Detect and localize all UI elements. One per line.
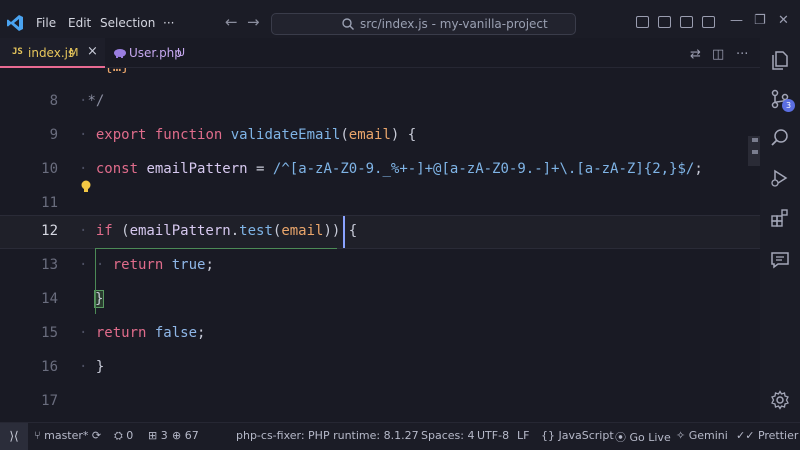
vscode-logo-icon [7, 15, 23, 31]
more-actions-icon[interactable]: ··· [736, 47, 748, 62]
menu-more[interactable]: ··· [163, 16, 174, 30]
explorer-icon[interactable] [770, 50, 790, 70]
code-line-text: · return false; [79, 325, 206, 341]
bracket-scope-guide [95, 248, 337, 249]
code-line-text: · const emailPattern = /^[a-zA-Z0-9._%+-… [79, 161, 703, 177]
ports-status[interactable]: ⛭ 0 [114, 429, 133, 443]
extensions-icon[interactable] [770, 208, 790, 228]
code-line: 15 · return false; [0, 317, 760, 351]
code-line-text: · } [79, 359, 105, 375]
back-arrow-icon[interactable]: ← [225, 13, 238, 31]
editor-tab-bar: JS index.js M × User.php U [0, 38, 760, 68]
code-line-text: ·* {…} [79, 68, 130, 75]
line-number: 12 [41, 223, 58, 239]
eol-status[interactable]: LF [517, 429, 529, 442]
toggle-primary-sidebar-icon[interactable] [636, 16, 649, 28]
prettier-status[interactable]: ✓✓ Prettier [736, 429, 798, 442]
line-number: 13 [41, 257, 58, 273]
tab-user-php[interactable]: User.php U [105, 38, 195, 68]
customize-layout-icon[interactable] [702, 16, 715, 28]
run-debug-icon[interactable] [770, 168, 790, 188]
code-line-text: · · return true; [79, 257, 214, 273]
code-line-current: 12 · if (emailPattern.test(email)) { [0, 215, 760, 249]
language-mode-status[interactable]: {} JavaScript [541, 429, 614, 442]
line-number: 11 [41, 195, 58, 211]
javascript-file-icon: JS [12, 47, 23, 57]
chat-icon[interactable] [770, 250, 790, 270]
scrollbar-marker [752, 138, 758, 142]
scrollbar-marker [752, 150, 758, 154]
code-line: 16 · } [0, 351, 760, 385]
tab-label: index.js [28, 46, 75, 60]
settings-gear-icon[interactable] [770, 390, 790, 410]
search-icon[interactable] [770, 128, 790, 148]
remote-indicator-icon[interactable]: ⟩⟨ [0, 423, 28, 450]
line-number: 8 [49, 93, 58, 109]
changes-status[interactable]: ⊕ 67 [172, 429, 199, 442]
code-line: ·* {…} [0, 68, 760, 85]
code-line: 13 · · return true; [0, 249, 760, 283]
line-number: 10 [41, 161, 58, 177]
command-center-text: src/index.js - my-vanilla-project [360, 17, 548, 31]
encoding-status[interactable]: UTF-8 [477, 429, 509, 442]
code-line: 17 [0, 385, 760, 419]
problems-status[interactable]: ⊞ 3 [148, 429, 168, 442]
php-cs-fixer-status[interactable]: php-cs-fixer: PHP runtime: 8.1.27 [236, 429, 419, 442]
code-line: 14 } [0, 283, 760, 317]
lightbulb-icon[interactable] [80, 180, 92, 194]
line-number: 16 [41, 359, 58, 375]
code-line-text: ·*/ [79, 93, 105, 109]
text-cursor [343, 216, 345, 248]
indentation-status[interactable]: Spaces: 4 [421, 429, 474, 442]
line-number: 15 [41, 325, 58, 341]
tab-close-icon[interactable]: × [87, 44, 98, 59]
maximize-icon[interactable]: ❐ [754, 13, 766, 28]
code-line: 10 · const emailPattern = /^[a-zA-Z0-9._… [0, 153, 760, 187]
command-center-search[interactable]: src/index.js - my-vanilla-project [271, 13, 576, 35]
bracket-scope-guide-vertical [95, 248, 96, 314]
line-number: 17 [41, 393, 58, 409]
source-control-badge: 3 [782, 99, 795, 112]
menu-selection[interactable]: Selection [100, 16, 155, 30]
line-number: 14 [41, 291, 58, 307]
code-editor[interactable]: ·* {…} 8 ·*/ 9 · export function validat… [0, 68, 760, 422]
tab-modified-status: M [69, 46, 79, 59]
status-bar: ⟩⟨ ⑂ master* ⟳ ⛭ 0 ⊞ 3 ⊕ 67 php-cs-fixer… [0, 422, 800, 450]
open-changes-icon[interactable]: ⇄ [690, 47, 701, 62]
php-elephant-icon [114, 49, 126, 58]
tab-label: User.php [129, 46, 182, 60]
code-line-text: · if (emailPattern.test(email)) { [79, 223, 358, 239]
git-branch-status[interactable]: ⑂ master* ⟳ [34, 429, 101, 442]
search-icon [342, 18, 354, 30]
gemini-status[interactable]: ✧ Gemini [676, 429, 728, 442]
go-live-status[interactable]: ⦿ Go Live [615, 429, 671, 445]
line-number: 9 [49, 127, 58, 143]
code-line-text: } [93, 290, 105, 308]
tab-untracked-status: U [177, 46, 186, 59]
toggle-panel-icon[interactable] [658, 16, 671, 28]
code-line: 8 ·*/ [0, 85, 760, 119]
forward-arrow-icon[interactable]: → [247, 13, 260, 31]
code-line-text: · export function validateEmail(email) { [79, 127, 417, 143]
menu-file[interactable]: File [36, 16, 56, 30]
tab-index-js[interactable]: JS index.js M × [0, 38, 105, 68]
code-line: 9 · export function validateEmail(email)… [0, 119, 760, 153]
activity-bar: 3 [760, 38, 800, 422]
menu-edit[interactable]: Edit [68, 16, 91, 30]
split-editor-icon[interactable]: ◫ [712, 47, 724, 62]
toggle-secondary-sidebar-icon[interactable] [680, 16, 693, 28]
close-window-icon[interactable]: ✕ [778, 13, 789, 28]
minimize-icon[interactable]: — [730, 13, 743, 28]
